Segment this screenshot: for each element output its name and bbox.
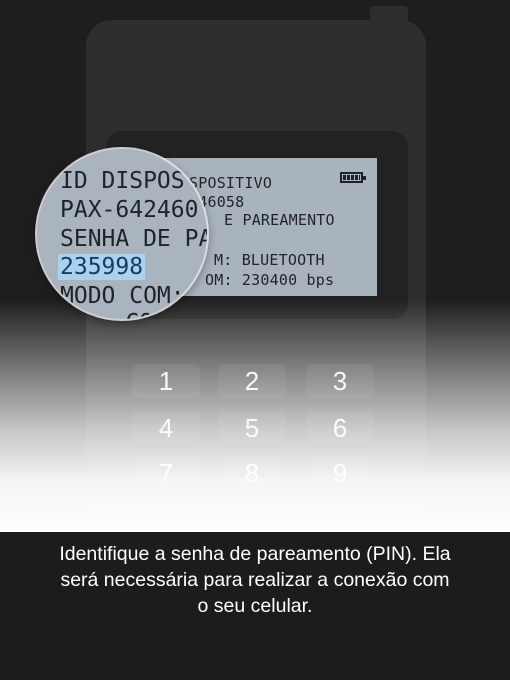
caption-line: será necessária para realizar a conexão … bbox=[60, 569, 450, 591]
key-2: 2 bbox=[218, 364, 286, 398]
caption-line: Identifique a senha de pareamento (PIN).… bbox=[59, 543, 451, 565]
key-1: 1 bbox=[132, 364, 200, 398]
key-5: 5 bbox=[218, 411, 286, 445]
screen-line-com-mode: M: BLUETOOTH bbox=[214, 251, 325, 269]
key-8: 8 bbox=[218, 456, 286, 490]
magnifier-lens: ID DISPOS PAX-642460 SENHA DE PA 235998 … bbox=[37, 149, 207, 319]
magnified-com-mode: MODO COM: bbox=[60, 283, 185, 309]
magnified-device-id: PAX-642460 bbox=[60, 197, 199, 223]
key-3: 3 bbox=[306, 364, 374, 398]
screen-line-com-speed: OM: 230400 bps bbox=[205, 271, 335, 289]
magnified-pin-label: SENHA DE PA bbox=[60, 226, 207, 252]
device-illustration: SPOSITIVO 246058 E PAREAMENTO M: BLUETOO… bbox=[0, 0, 510, 532]
screen-line-device-label: SPOSITIVO bbox=[189, 174, 273, 192]
magnified-partial-line: EL. COM bbox=[70, 309, 167, 319]
magnified-device-label: ID DISPOS bbox=[60, 168, 185, 194]
key-9: 9 bbox=[306, 456, 374, 490]
key-4: 4 bbox=[132, 411, 200, 445]
key-7: 7 bbox=[132, 456, 200, 490]
magnified-pin-line: 235998 bbox=[58, 253, 146, 281]
battery-icon bbox=[340, 172, 366, 183]
screen-line-pairing-label: E PAREAMENTO bbox=[224, 211, 335, 229]
key-6: 6 bbox=[306, 411, 374, 445]
pin-value: 235998 bbox=[58, 254, 146, 280]
instruction-caption: Identifique a senha de pareamento (PIN).… bbox=[0, 541, 510, 619]
caption-line: o seu celular. bbox=[197, 595, 313, 617]
